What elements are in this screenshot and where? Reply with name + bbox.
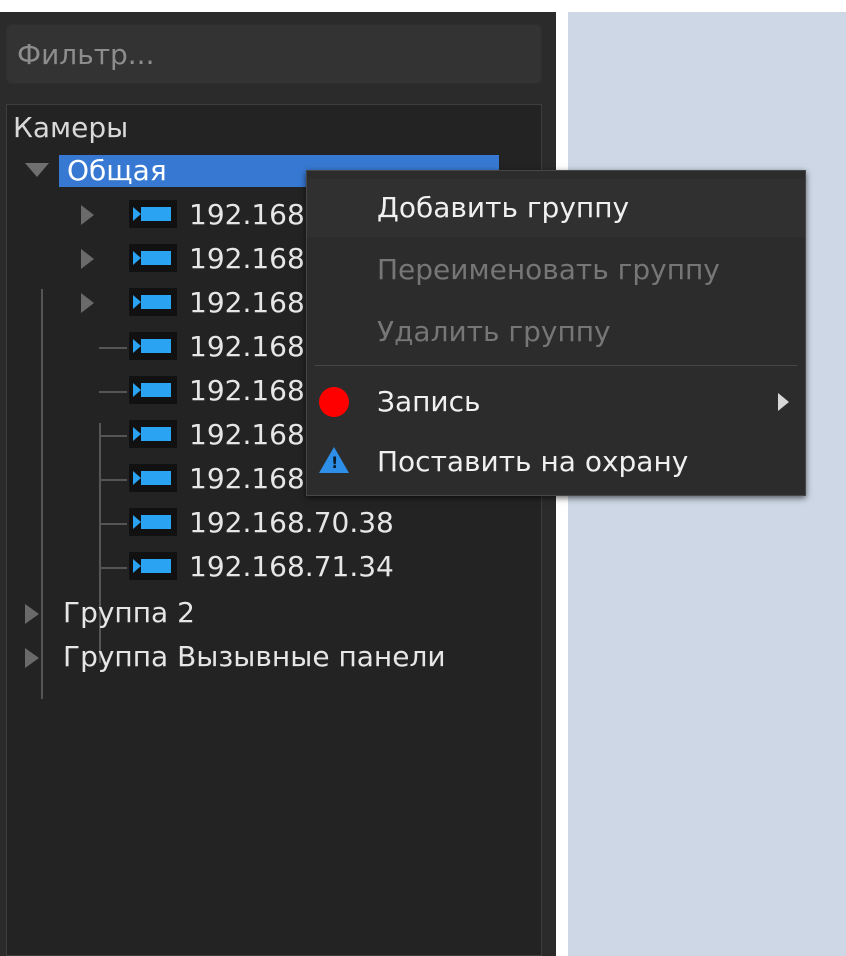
context-menu: Добавить группу Переименовать группу Уда… — [306, 170, 806, 496]
camera-icon — [129, 244, 177, 272]
camera-label: 192.168 — [189, 242, 305, 275]
collapsed-arrow-icon[interactable] — [25, 648, 39, 668]
record-icon — [319, 387, 349, 417]
tree-group-intercom-panels[interactable]: Группа Вызывные панели — [25, 639, 446, 675]
arm-warning-icon: ! — [319, 447, 349, 473]
camera-icon — [129, 288, 177, 316]
tree-header: Камеры — [13, 111, 129, 144]
tree-branch-line — [99, 435, 127, 437]
menu-item-add-group[interactable]: Добавить группу — [307, 179, 805, 237]
tree-branch-line — [99, 567, 127, 569]
camera-icon — [129, 508, 177, 536]
menu-item-label: Запись — [377, 385, 481, 418]
collapsed-arrow-icon[interactable] — [81, 205, 94, 225]
camera-label: 192.168.71.34 — [189, 550, 394, 583]
collapsed-arrow-icon[interactable] — [25, 604, 39, 624]
menu-item-delete-group[interactable]: Удалить группу — [307, 303, 805, 361]
expand-arrow-icon[interactable] — [25, 163, 49, 177]
submenu-arrow-icon — [778, 393, 789, 411]
app-window: Камеры Общая 192.168 192.168 192.1 — [0, 12, 846, 956]
menu-item-label: Удалить группу — [377, 315, 611, 348]
menu-item-label: Добавить группу — [377, 191, 630, 224]
tree-group-2[interactable]: Группа 2 — [25, 595, 195, 631]
camera-label: 192.168.70.38 — [189, 506, 394, 539]
tree-branch-line — [99, 479, 127, 481]
camera-label: 192.168 — [189, 374, 305, 407]
camera-icon — [129, 464, 177, 492]
camera-icon — [129, 200, 177, 228]
tree-branch-line — [99, 523, 127, 525]
collapsed-arrow-icon[interactable] — [81, 293, 94, 313]
tree-camera-item[interactable]: 192.168.70.38 — [7, 505, 547, 541]
filter-box[interactable] — [6, 24, 542, 84]
camera-label: 192.168 — [189, 198, 305, 231]
camera-icon — [129, 552, 177, 580]
menu-item-rename-group[interactable]: Переименовать группу — [307, 241, 805, 299]
camera-label: 192.168 — [189, 330, 305, 363]
camera-icon — [129, 376, 177, 404]
camera-icon — [129, 420, 177, 448]
tree-group-label: Группа Вызывные панели — [63, 640, 446, 673]
tree-group-label: Группа 2 — [63, 596, 195, 629]
camera-label: 192.168 — [189, 286, 305, 319]
menu-item-record[interactable]: Запись — [307, 373, 805, 431]
tree-branch-line — [99, 347, 127, 349]
menu-item-label: Поставить на охрану — [377, 445, 689, 478]
camera-label: 192.168 — [189, 462, 305, 495]
collapsed-arrow-icon[interactable] — [81, 249, 94, 269]
filter-input[interactable] — [7, 25, 541, 83]
tree-camera-item[interactable]: 192.168.71.34 — [7, 549, 547, 585]
menu-item-label: Переименовать группу — [377, 253, 720, 286]
tree-branch-line — [99, 391, 127, 393]
menu-separator — [315, 365, 797, 366]
camera-icon — [129, 332, 177, 360]
camera-label: 192.168 — [189, 418, 305, 451]
menu-item-arm[interactable]: ! Поставить на охрану — [307, 433, 805, 491]
